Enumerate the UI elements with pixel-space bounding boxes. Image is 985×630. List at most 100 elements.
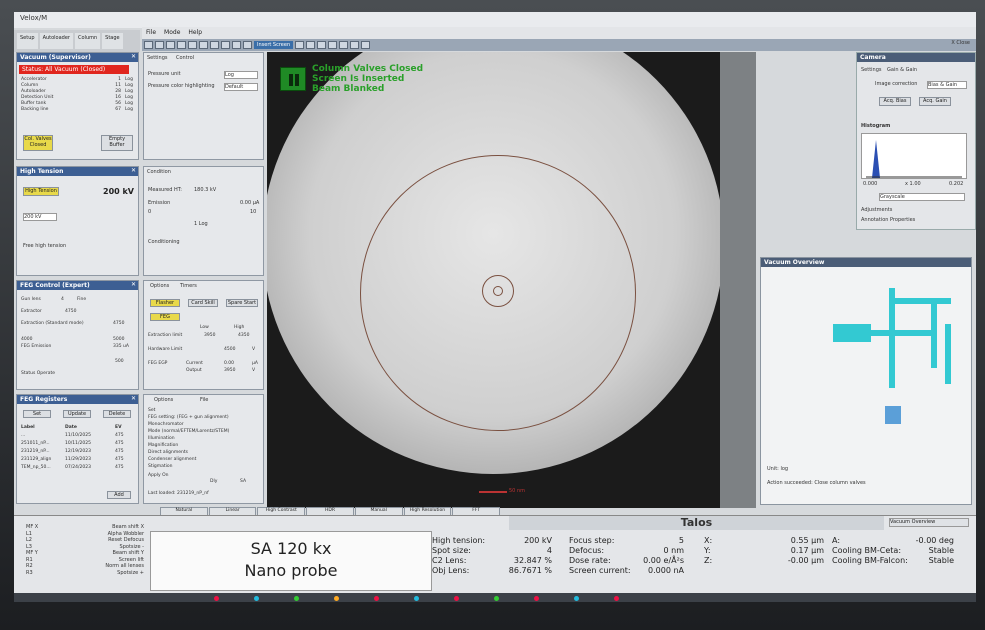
register-label[interactable]: TEM_np_50... [21, 465, 51, 470]
register-option-checkbox[interactable]: Mode (normal/EFTEM/Lorentz/STEM) [148, 429, 229, 434]
tab-settings[interactable]: Settings [147, 55, 168, 61]
spare-start-button[interactable]: Spare Start [226, 299, 258, 307]
tab-autoloader[interactable]: Autoloader [39, 33, 73, 49]
close-icon[interactable]: ✕ [131, 53, 136, 60]
tab-timers[interactable]: Timers [180, 283, 197, 289]
menu-file[interactable]: File [146, 29, 156, 37]
flasher-button[interactable]: Flasher [150, 299, 180, 307]
register-option-checkbox[interactable]: Magnification [148, 443, 178, 448]
record-icon[interactable] [243, 41, 252, 49]
pause-icon[interactable] [280, 67, 306, 91]
histogram-plot[interactable] [861, 133, 967, 179]
col-valves-closed-button[interactable]: Col. Valves Closed [23, 135, 53, 151]
free-ht-checkbox[interactable]: Free high tension [23, 243, 66, 249]
close-button[interactable]: X Close [951, 40, 970, 46]
register-option-checkbox[interactable]: Monochromator [148, 422, 184, 427]
close-icon[interactable]: ✕ [131, 167, 136, 174]
image-viewer[interactable]: Column Valves Closed Screen Is Inserted … [267, 52, 720, 508]
menu-help[interactable]: Help [188, 29, 202, 37]
line-tool-icon[interactable] [166, 41, 175, 49]
register-option-checkbox[interactable]: Illumination [148, 436, 175, 441]
tab-file[interactable]: File [200, 397, 208, 403]
pointer-tool-icon[interactable] [144, 41, 153, 49]
tab-gain[interactable]: Gain & Gain [887, 67, 917, 73]
app-icon[interactable] [334, 596, 339, 601]
register-option-checkbox[interactable]: Direct alignments [148, 450, 188, 455]
app-icon[interactable] [254, 596, 259, 601]
camera-icon[interactable] [221, 41, 230, 49]
rect-tool-icon[interactable] [177, 41, 186, 49]
adjustments-section[interactable]: Adjustments [861, 207, 892, 213]
vacuum-overview-button[interactable]: Vacuum Overview [889, 518, 969, 527]
register-label[interactable]: 251011_nP... [21, 441, 50, 446]
app-icon[interactable] [294, 596, 299, 601]
output-value: 3950 [224, 368, 236, 373]
pause-icon[interactable] [199, 41, 208, 49]
app-icon[interactable] [214, 596, 219, 601]
app-icon[interactable] [494, 596, 499, 601]
app-icon[interactable] [414, 596, 419, 601]
app-icon[interactable] [374, 596, 379, 601]
delete-button[interactable]: Delete [103, 410, 131, 418]
sa-checkbox[interactable]: SA [240, 479, 246, 484]
tab-options[interactable]: Options [154, 397, 173, 403]
grid-icon[interactable] [317, 41, 327, 49]
high-tension-button[interactable]: High Tension [23, 187, 59, 196]
ht-select[interactable]: 200 kV [23, 213, 57, 221]
tab-condition[interactable]: Condition [147, 169, 171, 175]
app-icon[interactable] [574, 596, 579, 601]
conditioning-checkbox[interactable]: Conditioning [148, 239, 180, 245]
tab-setup[interactable]: Setup [17, 33, 38, 49]
menu-mode[interactable]: Mode [164, 29, 180, 37]
tab-options[interactable]: Options [150, 283, 169, 289]
close-icon[interactable]: ✕ [131, 281, 136, 288]
add-button[interactable]: Add [107, 491, 131, 499]
close-icon[interactable]: ✕ [131, 395, 136, 402]
register-option-checkbox[interactable]: FEG setting: (FEG + gun alignment) [148, 415, 229, 420]
insert-screen-button[interactable]: Insert Screen [254, 41, 294, 49]
ellipse-tool-icon[interactable] [188, 41, 197, 49]
dly-checkbox[interactable]: Dly [210, 479, 217, 484]
app-icon[interactable] [614, 596, 619, 601]
app-icon[interactable] [534, 596, 539, 601]
tab-column[interactable]: Column [75, 33, 101, 49]
screen-icon[interactable] [295, 41, 305, 49]
register-label[interactable]: ... [21, 433, 25, 438]
gun-lens-value[interactable]: 4 [61, 297, 64, 302]
image-correction-select[interactable]: Bias & Gain [927, 81, 967, 89]
zoom-icon[interactable] [306, 41, 316, 49]
annotation-section[interactable]: Annotation Properties [861, 217, 915, 223]
pressure-unit-select[interactable]: Log [224, 71, 258, 79]
extraction-high-input[interactable]: 4350 [238, 333, 249, 338]
fine-checkbox[interactable]: Fine [77, 297, 86, 302]
tab-control[interactable]: Control [176, 55, 194, 61]
scale-bar [479, 491, 507, 493]
layout-icon[interactable] [350, 41, 360, 49]
pressure-color-select[interactable]: Default [224, 83, 258, 91]
feg-button[interactable]: FEG [150, 313, 180, 321]
extraction-low-input[interactable]: 3950 [204, 333, 215, 338]
move-tool-icon[interactable] [155, 41, 164, 49]
vacuum-row-unit: Log [124, 95, 133, 100]
acq-bias-button[interactable]: Acq. Bias [879, 97, 911, 106]
set-button[interactable]: Set [23, 410, 51, 418]
card-skill-button[interactable]: Card Skill [188, 299, 218, 307]
update-button[interactable]: Update [63, 410, 91, 418]
vacuum-row-name: Detection Unit [21, 95, 54, 100]
lut-select[interactable]: Grayscale [879, 193, 965, 201]
app-icon[interactable] [454, 596, 459, 601]
register-option-checkbox[interactable]: Stigmation [148, 464, 173, 469]
crosshair-icon[interactable] [339, 41, 349, 49]
register-label[interactable]: 231219_nP... [21, 449, 50, 454]
snapshot-icon[interactable] [210, 41, 219, 49]
register-option-checkbox[interactable]: Condenser alignment [148, 457, 196, 462]
gear-icon[interactable] [232, 41, 241, 49]
tab-stage[interactable]: Stage [102, 33, 123, 49]
acq-gain-button[interactable]: Acq. Gain [919, 97, 951, 106]
fit-icon[interactable] [328, 41, 338, 49]
empty-buffer-button[interactable]: Empty Buffer [101, 135, 133, 151]
register-label[interactable]: 231129_align [21, 457, 51, 462]
extractor-value[interactable]: 4750 [65, 309, 76, 314]
tab-settings[interactable]: Settings [861, 67, 882, 73]
full-icon[interactable] [361, 41, 371, 49]
